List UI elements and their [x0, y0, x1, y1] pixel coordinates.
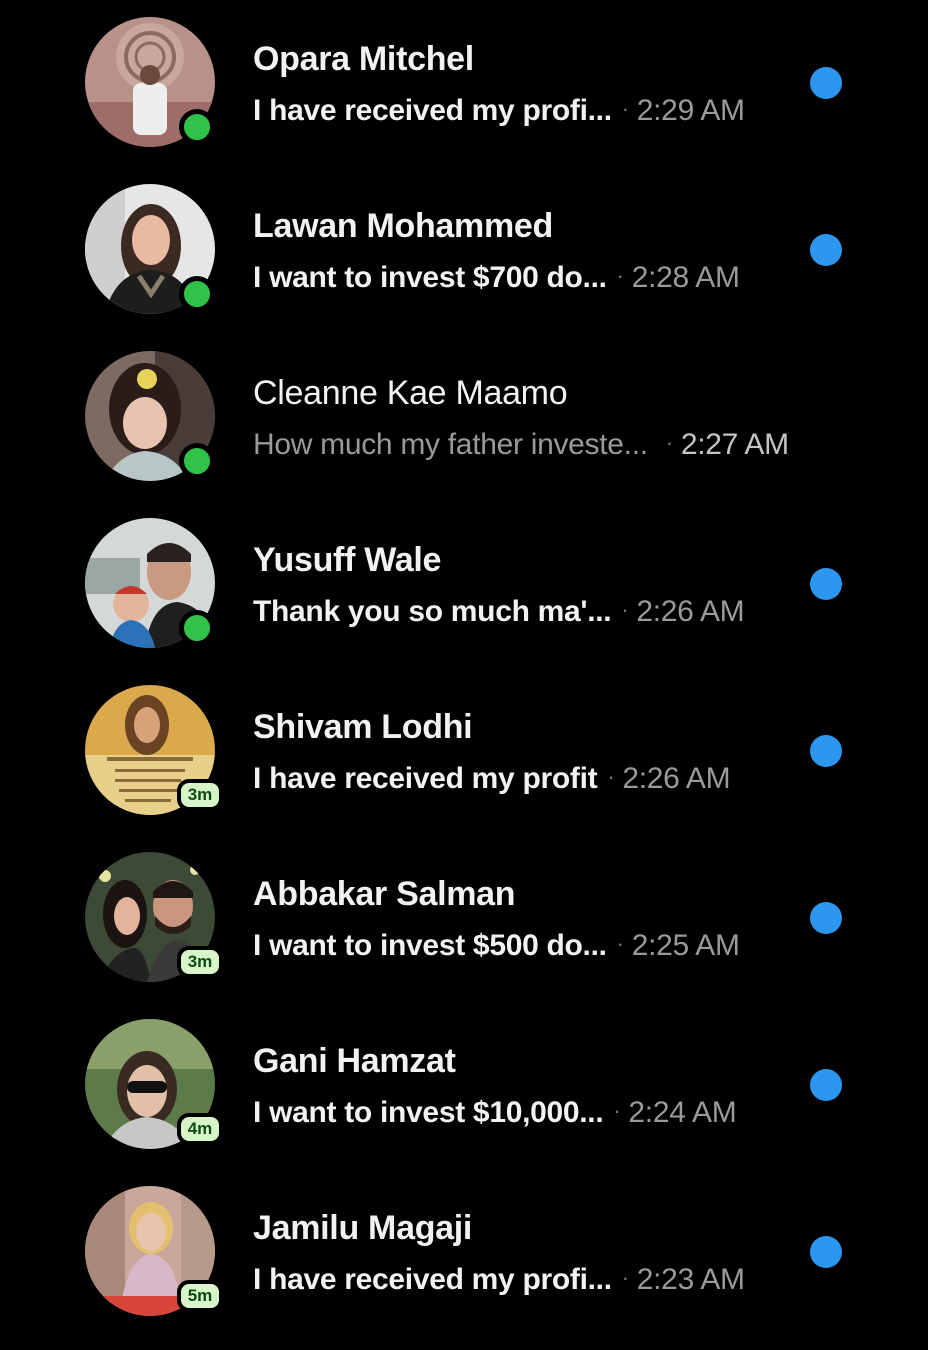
unread-indicator-icon: [810, 67, 842, 99]
online-status-icon: [179, 443, 215, 479]
unread-indicator-icon: [810, 902, 842, 934]
message-preview: Thank you so much ma'...: [253, 595, 612, 628]
message-preview: I have received my profi...: [253, 94, 612, 127]
unread-indicator-icon: [810, 1236, 842, 1268]
active-time-badge: 3m: [177, 946, 223, 978]
conversation-row[interactable]: 3m Shivam Lodhi I have received my profi…: [0, 668, 928, 835]
unread-indicator-icon: [810, 735, 842, 767]
message-preview: I have received my profi...: [253, 1263, 612, 1296]
message-preview: I have received my profit: [253, 762, 598, 795]
conversation-row[interactable]: Yusuff Wale Thank you so much ma'... · 2:2…: [0, 501, 928, 668]
contact-name: Opara Mitchel: [253, 40, 474, 78]
message-preview-line: I want to invest $700 do... · 2:28 AM: [253, 261, 740, 295]
contact-name: Jamilu Magaji: [253, 1209, 473, 1247]
message-preview: I want to invest $700 do...: [253, 261, 607, 294]
separator-dot: ·: [616, 931, 624, 956]
online-status-icon: [179, 610, 215, 646]
contact-name: Shivam Lodhi: [253, 708, 473, 746]
message-time: 2:25 AM: [631, 929, 740, 962]
message-preview-line: How much my father investe... · 2:27 AM: [253, 428, 789, 462]
active-time-badge: 3m: [177, 779, 223, 811]
contact-name: Abbakar Salman: [253, 875, 516, 913]
message-preview-line: I have received my profi... · 2:23 AM: [253, 1263, 745, 1297]
message-preview-line: I want to invest $10,000... · 2:24 AM: [253, 1096, 737, 1130]
separator-dot: ·: [621, 597, 629, 622]
avatar[interactable]: [85, 518, 215, 648]
unread-indicator-icon: [810, 1069, 842, 1101]
conversation-row[interactable]: Cleanne Kae Maamo How much my father inv…: [0, 334, 928, 501]
message-preview-line: I have received my profi... · 2:29 AM: [253, 94, 745, 128]
separator-dot: ·: [607, 764, 615, 789]
message-time: 2:27 AM: [680, 428, 789, 461]
conversation-row[interactable]: 3m Abbakar Salman I want to invest $500 …: [0, 835, 928, 1002]
conversation-row[interactable]: 4m Gani Hamzat I want to invest $10,000.…: [0, 1002, 928, 1169]
contact-name: Cleanne Kae Maamo: [253, 374, 568, 412]
message-preview-line: I have received my profit · 2:26 AM: [253, 762, 731, 796]
separator-dot: ·: [621, 1265, 629, 1290]
unread-indicator-icon: [810, 234, 842, 266]
message-time: 2:28 AM: [631, 261, 740, 294]
avatar[interactable]: 5m: [85, 1186, 223, 1316]
message-preview: I want to invest $10,000...: [253, 1096, 604, 1129]
message-preview-line: Thank you so much ma'... · 2:26 AM: [253, 595, 745, 629]
contact-name: Gani Hamzat: [253, 1042, 456, 1080]
contact-name: Yusuff Wale: [253, 541, 442, 579]
message-preview-line: I want to invest $500 do... · 2:25 AM: [253, 929, 740, 963]
active-time-badge: 4m: [177, 1113, 223, 1145]
conversation-list: Opara Mitchel I have received my profi..…: [0, 0, 928, 1350]
avatar[interactable]: 4m: [85, 1019, 223, 1149]
conversation-row[interactable]: 5m Jamilu Magaji I have received my prof…: [0, 1169, 928, 1336]
avatar[interactable]: 3m: [85, 852, 223, 982]
conversation-row[interactable]: Lawan Mohammed I want to invest $700 do.…: [0, 167, 928, 334]
message-time: 2:26 AM: [622, 762, 731, 795]
separator-dot: ·: [613, 1098, 621, 1123]
conversation-row[interactable]: Opara Mitchel I have received my profi..…: [0, 0, 928, 167]
avatar[interactable]: [85, 17, 215, 147]
separator-dot: ·: [616, 263, 624, 288]
message-time: 2:26 AM: [636, 595, 745, 628]
message-preview: I want to invest $500 do...: [253, 929, 607, 962]
online-status-icon: [179, 276, 215, 312]
contact-name: Lawan Mohammed: [253, 207, 553, 245]
message-time: 2:29 AM: [636, 94, 745, 127]
avatar[interactable]: [85, 184, 215, 314]
message-time: 2:23 AM: [636, 1263, 745, 1296]
message-time: 2:24 AM: [628, 1096, 737, 1129]
avatar[interactable]: [85, 351, 215, 481]
message-preview: How much my father investe...: [253, 428, 648, 461]
online-status-icon: [179, 109, 215, 145]
unread-indicator-icon: [810, 568, 842, 600]
avatar[interactable]: 3m: [85, 685, 223, 815]
active-time-badge: 5m: [177, 1280, 223, 1312]
separator-dot: ·: [665, 430, 673, 455]
separator-dot: ·: [621, 96, 629, 121]
